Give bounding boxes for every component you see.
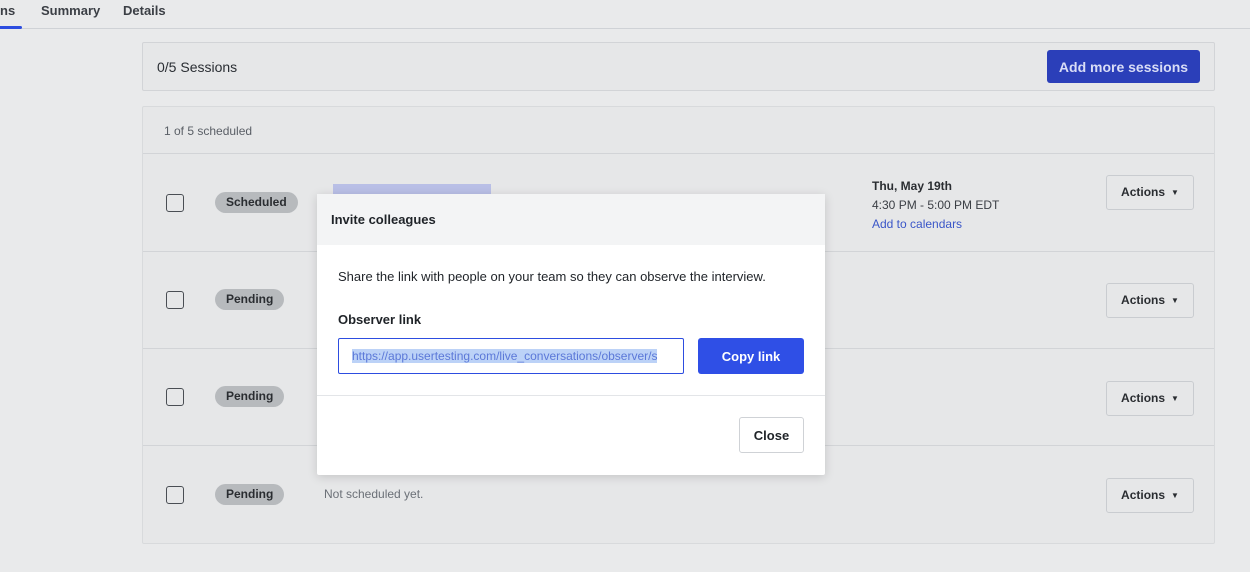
row-checkbox[interactable]: [166, 388, 184, 406]
caret-down-icon: ▼: [1171, 491, 1179, 500]
close-button[interactable]: Close: [739, 417, 804, 453]
modal-title: Invite colleagues: [331, 212, 436, 227]
row-checkbox[interactable]: [166, 486, 184, 504]
actions-dropdown[interactable]: Actions ▼: [1106, 478, 1194, 513]
caret-down-icon: ▼: [1171, 296, 1179, 305]
actions-dropdown[interactable]: Actions ▼: [1106, 175, 1194, 210]
session-date: Thu, May 19th: [872, 179, 953, 193]
add-more-sessions-button[interactable]: Add more sessions: [1047, 50, 1200, 83]
add-to-calendars-link[interactable]: Add to calendars: [872, 215, 999, 234]
observer-link-value: https://app.usertesting.com/live_convers…: [352, 349, 658, 363]
row-checkbox[interactable]: [166, 194, 184, 212]
modal-divider: [317, 395, 825, 396]
status-badge: Pending: [215, 289, 285, 310]
actions-dropdown[interactable]: Actions ▼: [1106, 283, 1194, 318]
tab-sessions[interactable]: ns: [0, 3, 15, 18]
actions-label: Actions: [1121, 185, 1166, 199]
participant-name-redacted: [333, 184, 491, 194]
modal-header: Invite colleagues: [317, 194, 825, 245]
copy-link-button[interactable]: Copy link: [698, 338, 804, 374]
tab-details[interactable]: Details: [123, 3, 166, 18]
status-badge: Pending: [215, 484, 285, 505]
caret-down-icon: ▼: [1171, 394, 1179, 403]
session-list-header: 1 of 5 scheduled: [143, 107, 1214, 154]
modal-description: Share the link with people on your team …: [338, 269, 766, 284]
status-badge: Scheduled: [215, 192, 298, 213]
session-time-range: 4:30 PM - 5:00 PM EDT: [872, 198, 1000, 212]
sessions-header: 0/5 Sessions Add more sessions: [142, 42, 1215, 91]
session-time: Thu, May 19th 4:30 PM - 5:00 PM EDT Add …: [872, 177, 999, 234]
row-checkbox[interactable]: [166, 291, 184, 309]
status-badge: Pending: [215, 386, 285, 407]
observer-link-label: Observer link: [338, 312, 422, 327]
actions-label: Actions: [1121, 391, 1166, 405]
scheduled-count: 1 of 5 scheduled: [164, 124, 253, 138]
caret-down-icon: ▼: [1171, 188, 1179, 197]
actions-dropdown[interactable]: Actions ▼: [1106, 381, 1194, 416]
schedule-note: Not scheduled yet.: [324, 487, 424, 501]
top-tabs: ns Summary Details: [0, 0, 1250, 29]
active-tab-indicator: [0, 26, 22, 29]
actions-label: Actions: [1121, 293, 1166, 307]
invite-colleagues-modal: Invite colleagues Share the link with pe…: [317, 194, 825, 475]
tab-summary[interactable]: Summary: [41, 3, 100, 18]
actions-label: Actions: [1121, 488, 1166, 502]
observer-link-input[interactable]: https://app.usertesting.com/live_convers…: [338, 338, 684, 374]
sessions-count: 0/5 Sessions: [157, 59, 238, 75]
